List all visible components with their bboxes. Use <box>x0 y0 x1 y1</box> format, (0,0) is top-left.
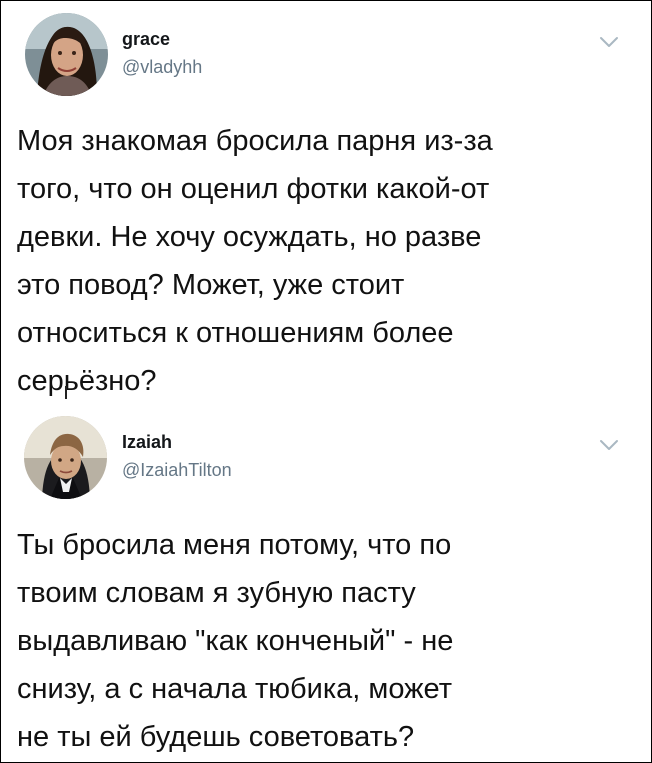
screenshot-frame: grace @vladyhh Моя знакомая бросила парн… <box>0 0 652 763</box>
user-handle[interactable]: @vladyhh <box>122 57 202 78</box>
chevron-down-glyph <box>600 440 618 450</box>
display-name[interactable]: grace <box>122 29 170 50</box>
chevron-down-icon[interactable] <box>599 35 619 49</box>
tweet-card: Izaiah @IzaiahTilton Ты бросила меня пот… <box>1 411 651 762</box>
chevron-down-icon[interactable] <box>599 438 619 452</box>
tweet-text: Моя знакомая бросила парня из-за того, ч… <box>17 125 493 397</box>
avatar-image <box>25 13 108 96</box>
user-avatar-photo[interactable] <box>24 416 107 499</box>
display-name[interactable]: Izaiah <box>122 432 172 453</box>
tweet-text: Ты бросила меня потому, что по твоим сло… <box>17 529 454 753</box>
tweet-card: grace @vladyhh Моя знакомая бросила парн… <box>1 1 651 411</box>
text-cursor-mark <box>65 386 67 399</box>
chevron-down-glyph <box>600 37 618 47</box>
user-avatar-photo[interactable] <box>25 13 108 96</box>
user-handle[interactable]: @IzaiahTilton <box>122 460 232 481</box>
avatar-image <box>24 416 107 499</box>
